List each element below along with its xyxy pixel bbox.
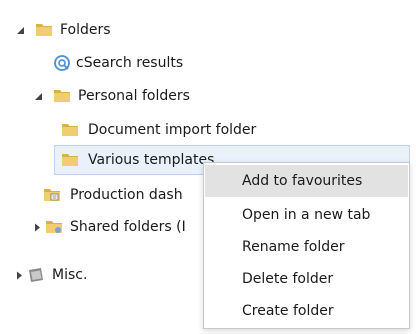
tree-item-label: Shared folders (I	[70, 219, 186, 235]
menu-item-rename-folder[interactable]: Rename folder	[205, 231, 408, 263]
tree-item-label: Personal folders	[78, 88, 190, 104]
folder-icon	[60, 120, 80, 140]
tree-item-label: Document import folder	[88, 122, 257, 138]
dashboard-folder-icon	[42, 185, 62, 205]
expanded-arrow-icon[interactable]	[33, 91, 43, 101]
folder-icon	[60, 150, 80, 170]
tree-item-production-dashboard[interactable]: Production dash	[0, 182, 203, 208]
tree-item-label: Various templates	[88, 152, 215, 168]
folder-icon	[34, 20, 54, 40]
tree-item-csearch-results[interactable]: cSearch results	[0, 50, 220, 76]
menu-item-label: Rename folder	[242, 239, 345, 255]
menu-item-label: Delete folder	[242, 271, 334, 287]
tree-item-personal-folders[interactable]: Personal folders	[0, 83, 240, 109]
menu-item-label: Create folder	[242, 303, 334, 319]
menu-item-open-in-new-tab[interactable]: Open in a new tab	[205, 199, 408, 231]
tree-item-label: Production dash	[70, 187, 183, 203]
tree-item-misc[interactable]: Misc.	[0, 262, 140, 288]
tree-item-label: Misc.	[52, 267, 88, 283]
tree-item-document-import-folder[interactable]: Document import folder	[0, 117, 300, 143]
menu-item-label: Open in a new tab	[242, 207, 371, 223]
context-menu: Add to favourites Open in a new tab Rena…	[203, 162, 410, 329]
tree-item-label: cSearch results	[76, 55, 184, 71]
tree-item-label: Folders	[60, 22, 111, 38]
search-icon	[52, 53, 72, 73]
collapsed-arrow-icon[interactable]	[32, 222, 42, 232]
shared-folder-icon	[44, 217, 64, 237]
collapsed-arrow-icon[interactable]	[14, 270, 24, 280]
menu-item-add-to-favourites[interactable]: Add to favourites	[205, 165, 408, 197]
menu-item-delete-folder[interactable]: Delete folder	[205, 263, 408, 295]
expanded-arrow-icon[interactable]	[15, 25, 25, 35]
menu-item-label: Add to favourites	[242, 173, 363, 189]
tree-item-folders[interactable]: Folders	[0, 17, 200, 43]
menu-item-create-folder[interactable]: Create folder	[205, 295, 408, 327]
folder-icon	[52, 86, 72, 106]
tree-item-shared-folders[interactable]: Shared folders (I	[0, 214, 203, 240]
misc-icon	[26, 265, 46, 285]
